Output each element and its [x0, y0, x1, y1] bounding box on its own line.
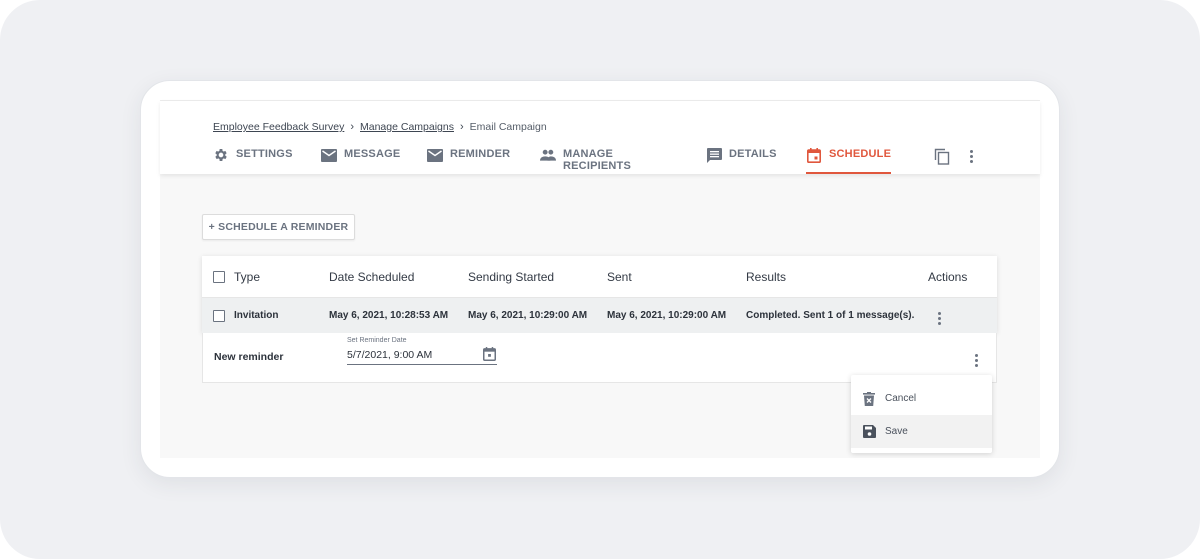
- tab-message[interactable]: MESSAGE: [321, 144, 400, 174]
- cell-results: Completed. Sent 1 of 1 message(s).: [746, 310, 915, 321]
- reminder-date-label: Set Reminder Date: [347, 337, 407, 344]
- breadcrumb-survey-link[interactable]: Employee Feedback Survey: [213, 121, 344, 133]
- action-menu: Cancel Save: [851, 375, 992, 453]
- tab-schedule[interactable]: SCHEDULE: [806, 144, 892, 174]
- tab-label: SETTINGS: [236, 148, 293, 160]
- cell-date-scheduled: May 6, 2021, 10:28:53 AM: [329, 310, 449, 321]
- menu-item-save[interactable]: Save: [851, 415, 992, 448]
- reminder-date-value[interactable]: 5/7/2021, 9:00 AM: [347, 349, 432, 361]
- calendar-icon: [806, 147, 822, 163]
- gear-icon: [213, 147, 229, 163]
- tab-label: DETAILS: [729, 148, 777, 160]
- breadcrumb-current: Email Campaign: [469, 121, 547, 133]
- menu-item-cancel[interactable]: Cancel: [851, 382, 992, 415]
- tab-label: REMINDER: [450, 148, 511, 160]
- column-header-sent: Sent: [607, 269, 632, 284]
- column-header-type: Type: [234, 269, 261, 284]
- column-header-actions: Actions: [928, 269, 968, 284]
- envelope-icon: [321, 147, 337, 163]
- app-content: Employee Feedback Survey › Manage Campai…: [160, 100, 1040, 458]
- tab-details[interactable]: DETAILS: [706, 144, 777, 174]
- tab-label: MESSAGE: [344, 148, 401, 160]
- page-header: Employee Feedback Survey › Manage Campai…: [160, 101, 1040, 174]
- cell-type: Invitation: [234, 310, 279, 321]
- new-reminder-label: New reminder: [214, 351, 284, 363]
- save-icon: [862, 425, 876, 439]
- tab-reminder[interactable]: REMINDER: [427, 144, 510, 174]
- new-reminder-more-icon[interactable]: [971, 352, 982, 369]
- select-all-checkbox[interactable]: [213, 270, 225, 283]
- tab-label: SCHEDULE: [829, 148, 892, 160]
- table-header-row: Type Date Scheduled Sending Started Sent…: [202, 256, 997, 297]
- breadcrumb-campaigns-link[interactable]: Manage Campaigns: [360, 121, 454, 133]
- cell-sent: May 6, 2021, 10:29:00 AM: [607, 310, 727, 321]
- column-header-sending-started: Sending Started: [468, 269, 555, 284]
- tab-manage-recipients[interactable]: MANAGE RECIPIENTS: [540, 144, 631, 174]
- more-vertical-icon[interactable]: [962, 147, 980, 165]
- people-icon: [540, 147, 556, 163]
- table-row: Invitation May 6, 2021, 10:28:53 AM May …: [202, 297, 997, 333]
- column-header-date-scheduled: Date Scheduled: [329, 269, 415, 284]
- tab-settings[interactable]: SETTINGS: [213, 144, 293, 174]
- envelope-icon: [427, 147, 443, 163]
- chevron-right-icon: ›: [350, 121, 354, 133]
- cell-sending-started: May 6, 2021, 10:29:00 AM: [468, 310, 588, 321]
- comment-list-icon: [706, 147, 722, 163]
- chevron-right-icon: ›: [459, 121, 464, 133]
- schedule-reminder-button[interactable]: + SCHEDULE A REMINDER: [202, 214, 355, 240]
- menu-item-label: Cancel: [885, 393, 917, 404]
- breadcrumb: Employee Feedback Survey › Manage Campai…: [213, 121, 547, 133]
- reminder-date-field[interactable]: Set Reminder Date 5/7/2021, 9:00 AM: [347, 337, 497, 365]
- schedule-table: Type Date Scheduled Sending Started Sent…: [202, 256, 997, 333]
- tab-label: MANAGE RECIPIENTS: [563, 148, 632, 172]
- trash-icon: [862, 391, 876, 406]
- row-actions-more-icon[interactable]: [934, 310, 945, 327]
- menu-item-label: Save: [885, 426, 908, 437]
- row-checkbox[interactable]: [213, 309, 225, 322]
- copy-icon[interactable]: [933, 147, 951, 165]
- calendar-icon[interactable]: [483, 347, 497, 361]
- column-header-results: Results: [746, 269, 787, 284]
